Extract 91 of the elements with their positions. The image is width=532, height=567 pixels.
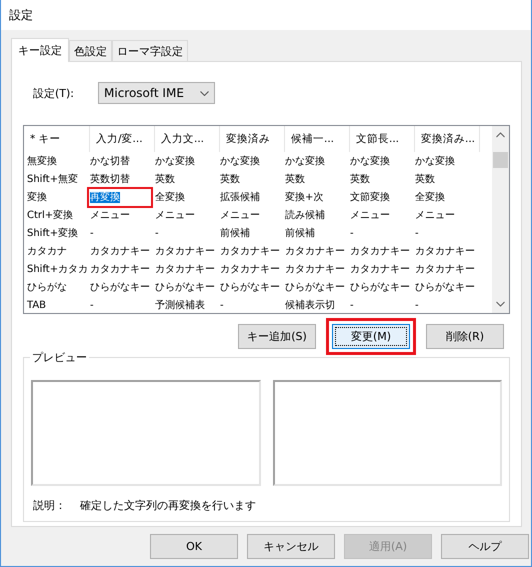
list-cell[interactable]: ひらがなキー [285, 282, 345, 293]
list-cell[interactable]: Shift+無変 [27, 174, 78, 185]
list-cell[interactable]: - [155, 228, 159, 238]
scroll-down-icon[interactable] [496, 301, 505, 307]
field-label: 設定(T): [32, 86, 76, 100]
list-cell[interactable]: かな切替 [90, 156, 130, 167]
group-title: プレビュー [30, 350, 89, 365]
list-cell[interactable]: - [220, 300, 224, 310]
description-text: 確定した文字列の再変換を行います [80, 498, 256, 513]
list-cell[interactable]: 英数 [415, 174, 435, 185]
list-cell[interactable]: - [415, 228, 419, 238]
list-cell[interactable]: かな変換 [155, 156, 195, 167]
list-cell[interactable]: Shift+変換 [27, 228, 78, 239]
list-cell[interactable]: 予測候補表 [155, 300, 205, 311]
list-cell[interactable]: カタカナキー [155, 264, 215, 275]
list-cell[interactable]: - [415, 300, 419, 310]
list-cell[interactable]: ひらがな [27, 282, 67, 293]
list-cell[interactable]: ひらがなキー [350, 282, 410, 293]
list-cell[interactable]: カタカナ [27, 246, 67, 257]
tab[interactable]: キー設定 [11, 38, 69, 62]
list-cell[interactable]: カタカナキー [90, 246, 150, 257]
list-cell[interactable]: ひらがなキー [415, 282, 475, 293]
column-header[interactable]: * キー [24, 126, 90, 152]
list-cell[interactable]: かな変換 [350, 156, 390, 167]
list-cell[interactable]: 前候補 [285, 228, 315, 239]
list-cell[interactable]: 英数切替 [90, 174, 130, 185]
list-cell[interactable]: カタカナキー [415, 264, 475, 275]
list-cell[interactable]: ひらがなキー [155, 282, 215, 293]
list-cell[interactable]: - [350, 300, 354, 310]
list-cell[interactable]: 前候補 [220, 228, 250, 239]
list-cell[interactable]: 全変換 [155, 192, 185, 203]
list-cell[interactable]: 拡張候補 [220, 192, 260, 203]
list-cell[interactable]: メニュー [415, 210, 455, 221]
key-button[interactable]: 削除(R) [426, 324, 504, 349]
scrollbar[interactable] [492, 126, 509, 313]
list-cell[interactable]: メニュー [90, 210, 130, 221]
list-cell[interactable]: ひらがなキー [220, 282, 280, 293]
column-header[interactable]: 文節長... [350, 126, 415, 152]
list-cell[interactable]: カタカナキー [90, 264, 150, 275]
list-cell[interactable]: 変換 [27, 192, 47, 203]
profile-dropdown[interactable]: Microsoft IME [98, 82, 215, 104]
dialog-button[interactable]: ヘルプ [441, 534, 529, 559]
list-cell[interactable]: メニュー [155, 210, 195, 221]
list-cell[interactable]: 変換+次 [285, 192, 324, 203]
list-cell[interactable]: メニュー [220, 210, 260, 221]
list-cell[interactable]: かな変換 [285, 156, 325, 167]
dialog-button[interactable]: キャンセル [247, 534, 335, 559]
list-cell[interactable]: カタカナキー [415, 246, 475, 257]
list-cell[interactable]: カタカナキー [285, 264, 345, 275]
list-cell[interactable]: カタカナキー [285, 246, 345, 257]
column-header[interactable]: 変換済み... [415, 126, 480, 152]
key-button[interactable]: 変更(M) [332, 324, 410, 349]
list-cell[interactable]: 無変換 [27, 156, 57, 167]
list-cell[interactable]: TAB [27, 300, 46, 310]
list-cell[interactable]: Ctrl+変換 [27, 210, 74, 221]
dialog-button[interactable]: OK [150, 534, 238, 559]
list-cell[interactable]: - [90, 300, 94, 310]
list-cell[interactable]: かな変換 [415, 156, 455, 167]
key-button[interactable]: キー追加(S) [238, 324, 316, 349]
list-cell[interactable]: 候補表示切 [285, 300, 335, 311]
list-cell[interactable]: 英数 [155, 174, 175, 185]
list-cell[interactable]: 英数 [285, 174, 305, 185]
key-list[interactable] [23, 125, 510, 314]
list-cell[interactable]: ひらがなキー [90, 282, 150, 293]
list-cell[interactable]: 英数 [350, 174, 370, 185]
column-header[interactable]: 入力/変... [90, 126, 155, 152]
list-cell[interactable]: - [90, 228, 94, 238]
chevron-icon [200, 90, 209, 96]
description-label: 説明： [33, 498, 66, 513]
scroll-thumb[interactable] [493, 152, 508, 168]
list-cell[interactable]: 読み候補 [285, 210, 325, 221]
column-header[interactable]: 候補一... [285, 126, 350, 152]
list-cell[interactable]: カタカナキー [220, 246, 280, 257]
column-header[interactable]: 変換済み [220, 126, 285, 152]
list-cell[interactable]: 全変換 [415, 192, 445, 203]
tab[interactable]: ローマ字設定 [112, 40, 188, 61]
list-cell[interactable]: 文節変換 [350, 192, 390, 203]
list-cell[interactable]: メニュー [350, 210, 390, 221]
list-cell[interactable]: - [350, 228, 354, 238]
list-cell[interactable]: カタカナキー [220, 264, 280, 275]
list-cell[interactable]: かな変換 [220, 156, 260, 167]
tab[interactable]: 色設定 [69, 40, 112, 61]
window-title: 設定 [9, 6, 33, 24]
list-cell[interactable]: 再変換 [90, 192, 120, 203]
scroll-up-icon[interactable] [496, 132, 505, 138]
list-cell[interactable]: カタカナキー [350, 246, 410, 257]
list-cell[interactable]: Shift+カタカ [27, 264, 88, 275]
list-cell[interactable]: 英数 [220, 174, 240, 185]
list-cell[interactable]: カタカナキー [155, 246, 215, 257]
list-cell[interactable]: カタカナキー [350, 264, 410, 275]
column-header[interactable]: 入力文... [155, 126, 220, 152]
